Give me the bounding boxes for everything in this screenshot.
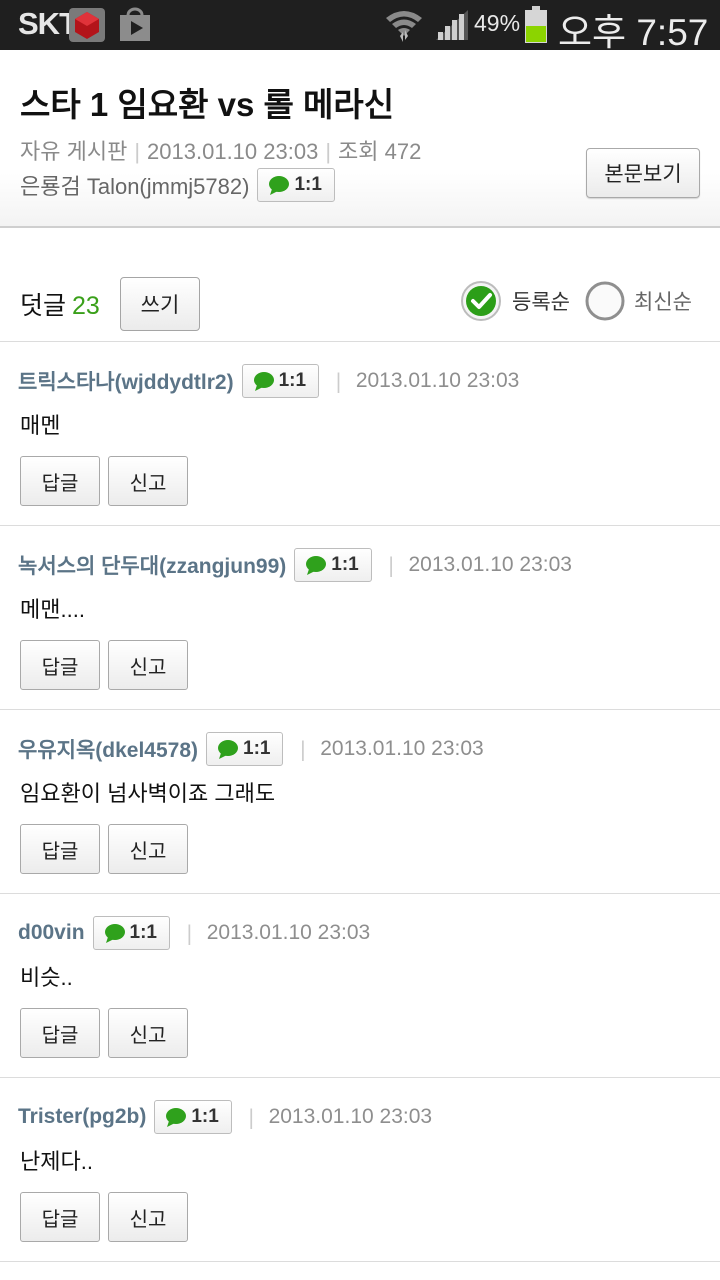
comment-header: d00vin 1:1 | 2013.01.10 23:03 <box>18 916 370 950</box>
article-author-line: 은룡검 Talon(jmmj5782) 1:1 <box>20 168 335 202</box>
view-original-button[interactable]: 본문보기 <box>586 148 700 198</box>
chat-bubble-icon <box>269 176 290 195</box>
comment-body: 매멘 <box>20 413 61 438</box>
chat-button[interactable]: 1:1 <box>294 548 372 582</box>
report-button[interactable]: 신고 <box>108 640 188 690</box>
radio-unchecked-icon <box>585 281 625 321</box>
comment-item: Trister(pg2b) 1:1 | 2013.01.10 23:03 난제다… <box>0 1078 720 1262</box>
report-button[interactable]: 신고 <box>108 1008 188 1058</box>
chat-button[interactable]: 1:1 <box>257 168 335 202</box>
clock: 오후 7:57 <box>558 12 709 53</box>
comment-item: 트릭스타나(wjddydtlr2) 1:1 | 2013.01.10 23:03… <box>0 342 720 526</box>
comment-item: 우유지옥(dkel4578) 1:1 | 2013.01.10 23:03 임요… <box>0 710 720 894</box>
comment-date: 2013.01.10 23:03 <box>320 737 484 760</box>
reply-button[interactable]: 답글 <box>20 640 100 690</box>
chat-bubble-icon <box>306 556 327 575</box>
chat-bubble-icon <box>166 1108 187 1127</box>
comment-body: 메맨.... <box>20 597 85 622</box>
comment-header: 트릭스타나(wjddydtlr2) 1:1 | 2013.01.10 23:03 <box>18 364 519 398</box>
chat-button[interactable]: 1:1 <box>206 732 284 766</box>
comments-label: 덧글 <box>20 292 67 320</box>
comment-header: 우유지옥(dkel4578) 1:1 | 2013.01.10 23:03 <box>18 732 484 766</box>
chat-badge-label: 1:1 <box>331 554 359 575</box>
sort-latest-option[interactable]: 최신순 <box>584 280 692 322</box>
app-notification-icon <box>69 8 105 42</box>
article-datetime: 2013.01.10 23:03 <box>147 139 319 164</box>
chat-button[interactable]: 1:1 <box>92 916 170 950</box>
reply-button[interactable]: 답글 <box>20 456 100 506</box>
comment-body: 비슷.. <box>20 965 73 990</box>
chat-badge-label: 1:1 <box>129 922 157 943</box>
radio-checked-icon <box>461 281 501 321</box>
comment-body: 난제다.. <box>20 1149 93 1174</box>
comment-header: 녹서스의 단두대(zzangjun99) 1:1 | 2013.01.10 23… <box>18 548 572 582</box>
status-bar: SKT 49% 오후 7:57 <box>0 0 720 53</box>
chat-badge-label: 1:1 <box>243 738 271 759</box>
signal-icon <box>436 10 468 40</box>
comment-author[interactable]: 우유지옥(dkel4578) <box>18 734 198 764</box>
battery-icon <box>525 6 547 43</box>
battery-percent: 49% <box>474 10 521 36</box>
comment-author[interactable]: 녹서스의 단두대(zzangjun99) <box>18 550 286 580</box>
chat-badge-label: 1:1 <box>294 174 322 195</box>
reply-button[interactable]: 답글 <box>20 1008 100 1058</box>
chat-bubble-icon <box>253 372 274 391</box>
wifi-icon <box>386 11 422 42</box>
comment-date: 2013.01.10 23:03 <box>408 553 572 576</box>
comment-count: 23 <box>72 292 100 320</box>
page-title: 스타 1 임요환 vs 롤 메라신 <box>20 86 395 123</box>
comment-date: 2013.01.10 23:03 <box>268 1105 433 1128</box>
comment-author[interactable]: 트릭스타나(wjddydtlr2) <box>18 366 234 396</box>
comment-item: 녹서스의 단두대(zzangjun99) 1:1 | 2013.01.10 23… <box>0 526 720 710</box>
view-count: 조회 472 <box>338 139 422 164</box>
separator: | <box>186 921 193 945</box>
comment-date: 2013.01.10 23:03 <box>206 921 371 944</box>
comment-author[interactable]: d00vin <box>18 921 85 945</box>
chat-badge-label: 1:1 <box>278 370 307 391</box>
article-header: 스타 1 임요환 vs 롤 메라신 자유 게시판 | 2013.01.10 23:0… <box>0 50 720 228</box>
report-button[interactable]: 신고 <box>108 824 188 874</box>
article-meta: 자유 게시판 | 2013.01.10 23:03 | 조회 472 <box>20 139 422 164</box>
chat-button[interactable]: 1:1 <box>241 364 320 398</box>
article-author[interactable]: 은룡검 Talon(jmmj5782) <box>20 169 249 201</box>
sort-registered-option[interactable]: 등록순 <box>460 280 570 322</box>
comment-date: 2013.01.10 23:03 <box>355 369 520 392</box>
separator: | <box>387 553 395 577</box>
chat-badge-label: 1:1 <box>191 1106 219 1127</box>
comment-author[interactable]: Trister(pg2b) <box>18 1105 146 1129</box>
chat-bubble-icon <box>104 924 125 943</box>
report-button[interactable]: 신고 <box>108 1192 188 1242</box>
sort-registered-label: 등록순 <box>512 291 570 314</box>
comment-header: Trister(pg2b) 1:1 | 2013.01.10 23:03 <box>18 1100 432 1134</box>
comment-item: d00vin 1:1 | 2013.01.10 23:03 비슷.. 답글 신고 <box>0 894 720 1078</box>
chat-button[interactable]: 1:1 <box>154 1100 232 1134</box>
board-name[interactable]: 자유 게시판 <box>20 139 127 164</box>
sort-latest-label: 최신순 <box>634 291 692 314</box>
separator: | <box>247 1105 255 1129</box>
chat-bubble-icon <box>218 740 239 759</box>
report-button[interactable]: 신고 <box>108 456 188 506</box>
comment-body: 임요환이 넘사벽이죠 그래도 <box>20 781 276 806</box>
comments-header: 덧글 23 쓰기 등록순 최신순 <box>0 260 720 342</box>
separator: | <box>335 369 342 393</box>
reply-button[interactable]: 답글 <box>20 824 100 874</box>
separator: | <box>299 737 307 761</box>
write-comment-button[interactable]: 쓰기 <box>120 277 200 331</box>
play-store-icon <box>120 7 150 41</box>
reply-button[interactable]: 답글 <box>20 1192 100 1242</box>
comments-title: 덧글 23 <box>20 286 100 322</box>
